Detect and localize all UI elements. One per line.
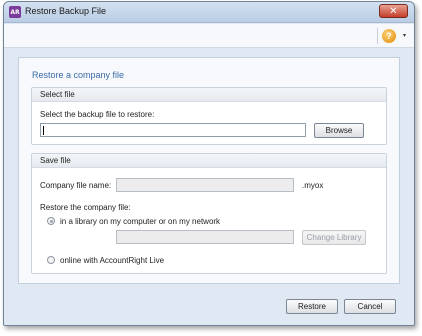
help-icon[interactable]: ? xyxy=(382,29,396,43)
panel-title: Restore a company file xyxy=(32,70,125,80)
change-library-button[interactable]: Change Library xyxy=(302,230,366,245)
select-file-group: Select file Select the backup file to re… xyxy=(31,87,387,145)
restore-company-file-label: Restore the company file: xyxy=(40,203,131,212)
backup-file-input[interactable] xyxy=(40,123,306,137)
dialog-body: Restore a company file Select file Selec… xyxy=(4,49,414,325)
save-file-header: Save file xyxy=(32,154,386,168)
library-radio[interactable] xyxy=(47,217,55,225)
content-panel: Restore a company file Select file Selec… xyxy=(18,57,400,284)
online-option-label: online with AccountRight Live xyxy=(60,256,165,265)
cancel-button[interactable]: Cancel xyxy=(344,299,396,314)
restore-button[interactable]: Restore xyxy=(286,299,338,314)
select-file-header: Select file xyxy=(32,88,386,102)
company-file-name-label: Company file name: xyxy=(40,181,112,190)
file-extension: .myox xyxy=(302,181,324,190)
chevron-down-icon[interactable]: ▾ xyxy=(403,32,406,39)
toolbar: ? ▾ xyxy=(4,24,414,48)
backup-file-prompt: Select the backup file to restore: xyxy=(40,110,155,119)
browse-button[interactable]: Browse xyxy=(314,123,364,138)
window-title: Restore Backup File xyxy=(25,6,107,16)
save-file-group: Save file Company file name: .myox Resto… xyxy=(31,153,387,274)
close-button[interactable]: ✕ xyxy=(379,4,408,18)
title-bar[interactable]: AR Restore Backup File ✕ xyxy=(4,2,414,23)
text-caret xyxy=(43,126,44,135)
company-file-name-input[interactable] xyxy=(116,178,294,192)
library-path-input[interactable] xyxy=(116,230,294,244)
library-option-label: in a library on my computer or on my net… xyxy=(60,217,221,226)
restore-backup-dialog: AR Restore Backup File ✕ ? ▾ Restore a c… xyxy=(3,1,415,326)
toolbar-divider xyxy=(377,28,378,44)
app-icon: AR xyxy=(9,6,21,18)
online-radio[interactable] xyxy=(47,256,55,264)
